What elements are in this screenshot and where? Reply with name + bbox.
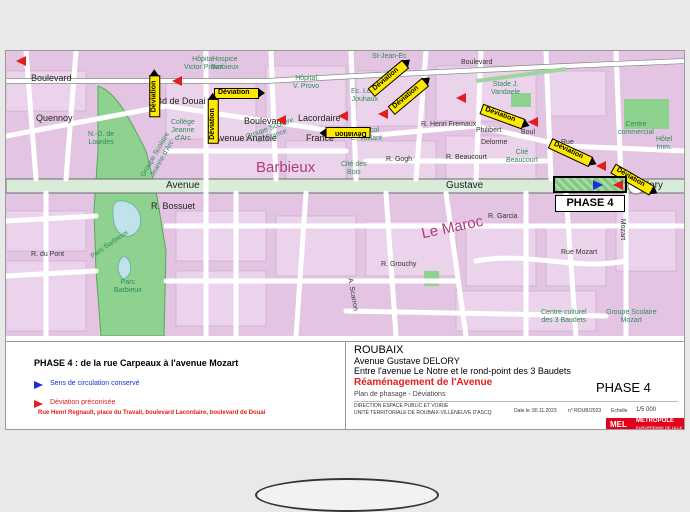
deviation-arrow-icon — [16, 56, 26, 66]
map-base — [6, 51, 684, 336]
poi-hotel-imm: Hôtel Imm. — [656, 136, 673, 151]
street-rue-mozart: Rue Mozart — [561, 249, 598, 256]
street-delorme: Delorme — [481, 139, 508, 146]
poi-groupe-scolaire-mozart: Groupe Scolaire Mozart — [606, 309, 657, 324]
bottom-ui-shape — [255, 478, 439, 512]
street-gustave: Gustave — [446, 180, 484, 191]
blue-arrow-icon — [34, 381, 43, 389]
street-r-grouchy: R. Grouchy — [381, 261, 417, 268]
legend-red-label: Déviation préconisée — [50, 399, 116, 406]
street-avenue: Avenue — [166, 180, 200, 191]
divider — [354, 401, 678, 402]
street-r-garcia: R. Garcia — [488, 213, 518, 220]
legend-blue-label: Sens de circulation conservé — [50, 380, 140, 387]
logo-sub: EUROPÉENNE DE LILLE — [636, 425, 683, 430]
deviation-arrow-icon — [378, 109, 388, 119]
street-r-henri-fremaux: R. Henri Fremaux — [421, 121, 477, 128]
poi-stade-vandaele: Stade J. Vandaele — [491, 81, 521, 96]
phase-4-section[interactable] — [553, 176, 627, 193]
poi-hopital-victor-provo-w: Hôpital Victor Provo — [184, 56, 222, 71]
logo-metropole: MÉTROPOLE — [636, 418, 675, 424]
deviation-arrow-icon — [528, 117, 538, 127]
street-mozart: Mozart — [619, 218, 627, 241]
deviation-arrow-icon — [456, 93, 466, 103]
phase-4-label: PHASE 4 — [555, 195, 625, 212]
deviation-arrow-icon — [596, 161, 606, 171]
legend-red-detail: Rue Henri Regnault, place du Travail, bo… — [38, 410, 266, 416]
conserved-direction-arrow-icon — [593, 180, 603, 190]
scale-value: 1/5 000 — [636, 407, 657, 413]
street-boulevard-nw: Boulevard — [31, 73, 72, 83]
date-value: 30.11.2023 — [532, 408, 557, 414]
street-boul-ne: Boul — [521, 129, 536, 136]
deviation-arrow-icon — [613, 180, 623, 190]
poi-parc-barbieux-2: Parc Barbieux — [114, 279, 142, 294]
district-barbieux: Barbieux — [256, 159, 316, 176]
project-title: Réaménagement de l'Avenue — [354, 377, 493, 388]
map-sheet: Barbieux Le Maroc Boulevard Bd de Douai … — [5, 50, 685, 430]
logo-mel: MEL — [610, 420, 627, 429]
street-quennoy: Quennoy — [36, 113, 73, 123]
legend-panel: PHASE 4 : de la rue Carpeaux à l'avenue … — [6, 341, 346, 429]
deviation-sign: Déviation — [214, 87, 264, 99]
title-block: ROUBAIX Avenue Gustave DELORY Entre l'av… — [346, 341, 684, 430]
mel-logo: MEL MÉTROPOLE EUROPÉENNE DE LILLE — [606, 418, 684, 430]
poi-hopital-victor-provo: Hôpital V. Provo — [293, 75, 320, 90]
street-boulevard-lacordaire-2: Lacordaire — [298, 113, 341, 123]
poi-cite-beaucourt: Cité Beaucourt — [506, 149, 538, 164]
poi-cite-bois: Cité des Bois — [341, 161, 367, 176]
red-arrow-icon — [34, 400, 43, 408]
date-label: Date le : — [514, 408, 533, 414]
poi-centre-commercial: Centre commercial — [618, 121, 654, 136]
deviation-sign: Déviation — [326, 127, 371, 138]
direction: DIRECTION ESPACE PUBLIC ET VOIRIE — [354, 403, 449, 409]
deviation-arrow-icon — [276, 115, 286, 125]
plan-type: Plan de phasage - Déviations — [354, 391, 446, 398]
avenue-name: Avenue Gustave DELORY — [354, 356, 460, 366]
deviation-arrow-icon — [338, 111, 348, 121]
phase-title: PHASE 4 — [596, 380, 651, 395]
poi-centre-culturel: Centre culturel des 3 Baudets — [541, 309, 587, 324]
street-bd-de-douai: Bd de Douai — [156, 96, 206, 106]
street-r-gogh: R. Gogh — [386, 156, 413, 163]
city: ROUBAIX — [354, 344, 404, 356]
deviation-sign: Déviation — [149, 75, 161, 118]
street-r-bossuet: R. Bossuet — [151, 201, 196, 211]
poi-nd-de-lourdes: N.-D. de Lourdes — [88, 131, 115, 146]
legend-title: PHASE 4 : de la rue Carpeaux à l'avenue … — [34, 358, 239, 368]
deviation-sign: Déviation — [207, 99, 219, 144]
street-boulevard-ne: Boulevard — [461, 59, 493, 66]
scale-label: Echelle — [611, 408, 628, 414]
street-r-du-pont: R. du Pont — [31, 251, 65, 258]
unite-territoriale: UNITÉ TERRITORIALE DE ROUBAIX-VILLENEUVE… — [354, 410, 492, 416]
reference: n° ROUB/2023 — [568, 408, 602, 414]
street-r-beaucourt: R. Beaucourt — [446, 154, 487, 161]
street-philibert: Philibert — [476, 127, 502, 134]
deviation-arrow-icon — [172, 76, 182, 86]
street-map[interactable]: Barbieux Le Maroc Boulevard Bd de Douai … — [6, 51, 684, 336]
section-description: Entre l'avenue Le Notre et le rond-point… — [354, 366, 571, 376]
